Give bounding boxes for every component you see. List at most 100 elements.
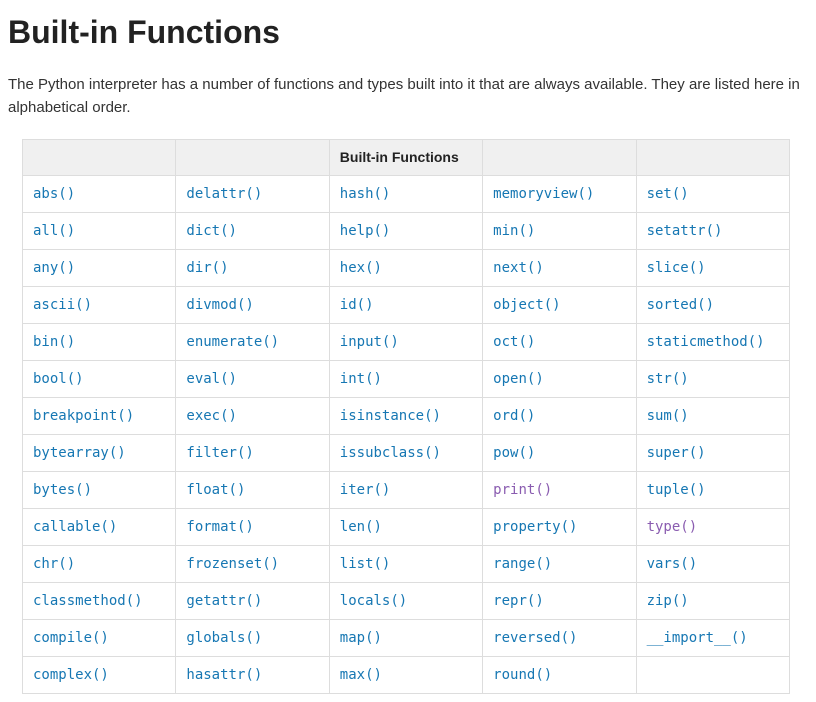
table-cell: staticmethod() [636, 324, 789, 361]
function-link[interactable]: callable() [33, 519, 117, 535]
function-link[interactable]: property() [493, 519, 577, 535]
function-link[interactable]: setattr() [647, 223, 723, 239]
table-row: callable() format() len() property() type() [23, 509, 790, 546]
table-cell: compile() [23, 620, 176, 657]
function-link[interactable]: any() [33, 260, 75, 276]
function-link[interactable]: min() [493, 223, 535, 239]
table-cell: dict() [176, 213, 329, 250]
function-link[interactable]: id() [340, 297, 374, 313]
table-cell: format() [176, 509, 329, 546]
function-link[interactable]: max() [340, 667, 382, 683]
function-link[interactable]: bool() [33, 371, 84, 387]
table-cell: filter() [176, 435, 329, 472]
table-cell: complex() [23, 657, 176, 694]
table-cell: iter() [329, 472, 482, 509]
table-header-cell [636, 140, 789, 176]
function-link[interactable]: all() [33, 223, 75, 239]
function-link[interactable]: dict() [186, 223, 237, 239]
table-cell: round() [483, 657, 636, 694]
function-link[interactable]: compile() [33, 630, 109, 646]
function-link[interactable]: breakpoint() [33, 408, 134, 424]
function-link[interactable]: divmod() [186, 297, 253, 313]
table-cell: max() [329, 657, 482, 694]
function-link[interactable]: round() [493, 667, 552, 683]
function-link[interactable]: vars() [647, 556, 698, 572]
function-link[interactable]: object() [493, 297, 560, 313]
function-link[interactable]: open() [493, 371, 544, 387]
function-link[interactable]: set() [647, 186, 689, 202]
function-link[interactable]: zip() [647, 593, 689, 609]
function-link[interactable]: sum() [647, 408, 689, 424]
function-link[interactable]: super() [647, 445, 706, 461]
table-cell: callable() [23, 509, 176, 546]
function-link[interactable]: hex() [340, 260, 382, 276]
function-link[interactable]: exec() [186, 408, 237, 424]
function-link[interactable]: tuple() [647, 482, 706, 498]
function-link[interactable]: delattr() [186, 186, 262, 202]
function-link[interactable]: frozenset() [186, 556, 279, 572]
function-link[interactable]: __import__() [647, 630, 748, 646]
function-link[interactable]: range() [493, 556, 552, 572]
table-cell: open() [483, 361, 636, 398]
function-link[interactable]: filter() [186, 445, 253, 461]
function-link[interactable]: iter() [340, 482, 391, 498]
function-link[interactable]: input() [340, 334, 399, 350]
function-link[interactable]: issubclass() [340, 445, 441, 461]
table-row: bytearray() filter() issubclass() pow() supe… [23, 435, 790, 472]
table-cell: abs() [23, 176, 176, 213]
function-link[interactable]: str() [647, 371, 689, 387]
function-link[interactable]: staticmethod() [647, 334, 765, 350]
table-cell: breakpoint() [23, 398, 176, 435]
function-link[interactable]: ascii() [33, 297, 92, 313]
table-row: chr() frozenset() list() range() vars() [23, 546, 790, 583]
function-link[interactable]: oct() [493, 334, 535, 350]
function-link[interactable]: getattr() [186, 593, 262, 609]
function-link[interactable]: int() [340, 371, 382, 387]
function-link[interactable]: help() [340, 223, 391, 239]
function-link[interactable]: hasattr() [186, 667, 262, 683]
table-cell: ord() [483, 398, 636, 435]
table-cell: help() [329, 213, 482, 250]
function-link[interactable]: type() [647, 519, 698, 535]
function-link[interactable]: classmethod() [33, 593, 143, 609]
function-link[interactable]: globals() [186, 630, 262, 646]
table-row: bin() enumerate() input() oct() staticmethod… [23, 324, 790, 361]
table-cell: any() [23, 250, 176, 287]
function-link[interactable]: abs() [33, 186, 75, 202]
function-link[interactable]: pow() [493, 445, 535, 461]
function-link[interactable]: next() [493, 260, 544, 276]
page-heading: Built-in Functions [8, 8, 808, 56]
function-link[interactable]: format() [186, 519, 253, 535]
function-link[interactable]: map() [340, 630, 382, 646]
function-link[interactable]: dir() [186, 260, 228, 276]
function-link[interactable]: ord() [493, 408, 535, 424]
function-link[interactable]: memoryview() [493, 186, 594, 202]
function-link[interactable]: chr() [33, 556, 75, 572]
function-link[interactable]: repr() [493, 593, 544, 609]
function-link[interactable]: enumerate() [186, 334, 279, 350]
function-link[interactable]: float() [186, 482, 245, 498]
function-link[interactable]: list() [340, 556, 391, 572]
function-link[interactable]: bin() [33, 334, 75, 350]
table-cell: isinstance() [329, 398, 482, 435]
function-link[interactable]: hash() [340, 186, 391, 202]
function-link[interactable]: len() [340, 519, 382, 535]
function-link[interactable]: sorted() [647, 297, 714, 313]
function-link[interactable]: print() [493, 482, 552, 498]
function-link[interactable]: slice() [647, 260, 706, 276]
function-link[interactable]: locals() [340, 593, 407, 609]
table-cell: str() [636, 361, 789, 398]
function-link[interactable]: eval() [186, 371, 237, 387]
function-link[interactable]: isinstance() [340, 408, 441, 424]
function-link[interactable]: reversed() [493, 630, 577, 646]
table-cell: ascii() [23, 287, 176, 324]
table-cell: map() [329, 620, 482, 657]
function-link[interactable]: complex() [33, 667, 109, 683]
table-cell: property() [483, 509, 636, 546]
table-cell: dir() [176, 250, 329, 287]
table-cell: enumerate() [176, 324, 329, 361]
table-cell: zip() [636, 583, 789, 620]
table-cell: input() [329, 324, 482, 361]
function-link[interactable]: bytes() [33, 482, 92, 498]
function-link[interactable]: bytearray() [33, 445, 126, 461]
